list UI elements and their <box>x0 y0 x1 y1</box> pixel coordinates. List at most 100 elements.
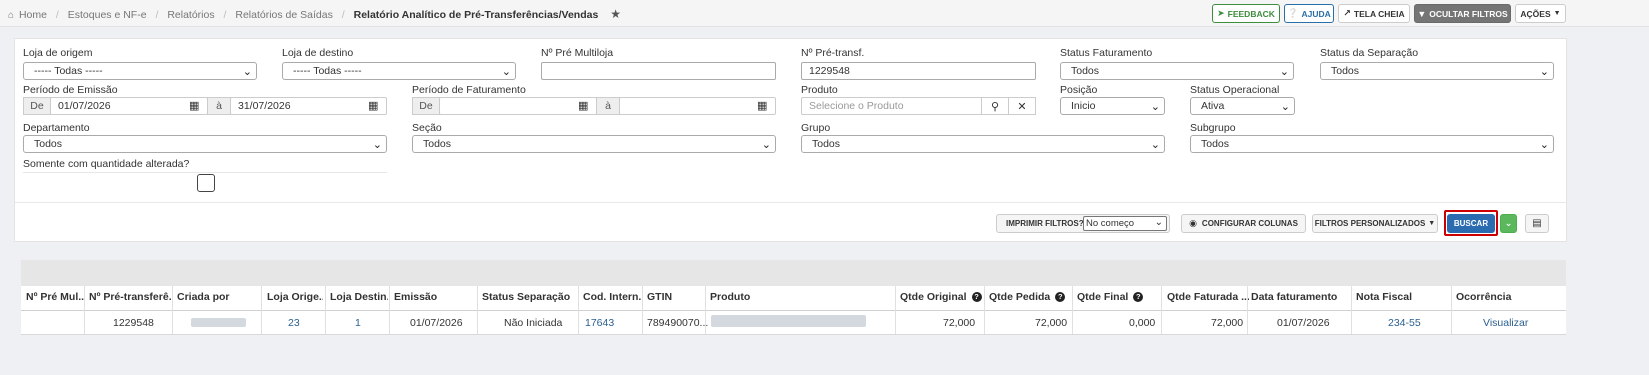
print-filters-label: IMPRIMIR FILTROS? <box>1006 219 1084 228</box>
label-posicao: Posição <box>1060 84 1098 96</box>
departamento-select[interactable]: Todos ⌄ <box>23 135 387 153</box>
status-faturamento-select[interactable]: Todos ⌄ <box>1060 62 1294 80</box>
produto-input[interactable]: Selecione o Produto <box>801 97 982 115</box>
grupo-select[interactable]: Todos ⌄ <box>801 135 1165 153</box>
table-toolbar-band <box>21 260 1566 286</box>
results-table: Nº Pré Mul... Nº Pré-transferê... Criada… <box>21 260 1566 335</box>
table-row[interactable]: 1229548 23 1 01/07/2026 Não Iniciada 176… <box>21 311 1566 334</box>
calendar-icon[interactable]: ▦ <box>578 99 588 112</box>
chevron-down-icon: ⌄ <box>1150 139 1160 151</box>
col-header-qtde-faturada[interactable]: Qtde Faturada ... <box>1167 291 1249 303</box>
faturamento-start-input[interactable] <box>439 97 597 115</box>
cell-cod-interno[interactable]: 17643 <box>585 317 614 329</box>
cell-loja-destino[interactable]: 1 <box>355 317 361 329</box>
secao-select[interactable]: Todos ⌄ <box>412 135 776 153</box>
cell-ocorrencia-link[interactable]: Visualizar <box>1483 317 1528 329</box>
label-status-separacao: Status da Separação <box>1320 47 1419 59</box>
col-header-emissao[interactable]: Emissão <box>394 291 474 303</box>
fullscreen-button[interactable]: ↗ TELA CHEIA <box>1338 4 1410 23</box>
emissao-a-addon: à <box>207 97 231 115</box>
col-header-cod-interno[interactable]: Cod. Intern... <box>583 291 641 303</box>
col-header-qtde-final[interactable]: Qtde Final? <box>1077 291 1162 303</box>
pre-transf-input[interactable]: 1229548 <box>801 62 1036 80</box>
status-separacao-value: Todos <box>1331 65 1360 77</box>
print-filters-select[interactable]: No começo ⌄ <box>1083 216 1167 231</box>
search-icon: ⚲ <box>990 100 1000 113</box>
eye-icon: ◉ <box>1189 218 1197 228</box>
help-label: AJUDA <box>1301 8 1331 19</box>
megaphone-icon: ➤ <box>1217 8 1225 18</box>
col-header-qtde-original[interactable]: Qtde Original? <box>900 291 990 303</box>
cell-qtde-pedida: 72,000 <box>1035 317 1068 329</box>
calendar-icon[interactable]: ▦ <box>368 99 378 112</box>
print-filters-group: IMPRIMIR FILTROS? No começo ⌄ <box>996 214 1170 233</box>
cell-loja-origem[interactable]: 23 <box>288 317 300 329</box>
col-header-produto[interactable]: Produto <box>710 291 890 303</box>
redacted-product <box>711 315 866 327</box>
emissao-end-input[interactable]: 31/07/2026 <box>230 97 387 115</box>
fullscreen-label: TELA CHEIA <box>1353 8 1405 19</box>
breadcrumb-home[interactable]: Home <box>19 9 47 21</box>
produto-clear-button[interactable]: ✕ <box>1008 97 1036 115</box>
loja-origem-select[interactable]: ----- Todas ----- ⌄ <box>23 62 257 80</box>
label-secao: Seção <box>412 122 442 134</box>
posicao-select[interactable]: Inicio ⌄ <box>1060 97 1165 115</box>
calendar-icon[interactable]: ▦ <box>757 99 767 112</box>
help-icon[interactable]: ? <box>1055 292 1066 303</box>
col-header-data-faturamento[interactable]: Data faturamento <box>1251 291 1349 303</box>
hide-filters-button[interactable]: ▼ OCULTAR FILTROS <box>1414 4 1511 23</box>
divider <box>15 202 1566 203</box>
label-somente-alterada: Somente com quantidade alterada? <box>23 158 190 170</box>
actions-dropdown-button[interactable]: AÇÕES ▼ <box>1515 4 1566 23</box>
help-button[interactable]: ❔ AJUDA <box>1284 4 1334 23</box>
search-options-button[interactable]: ⌄ <box>1500 214 1517 233</box>
col-header-loja-destino[interactable]: Loja Destin... <box>330 291 388 303</box>
faturamento-a-addon: à <box>596 97 620 115</box>
status-operacional-value: Ativa <box>1201 100 1225 112</box>
cell-qtde-faturada: 72,000 <box>1211 317 1244 329</box>
status-separacao-select[interactable]: Todos ⌄ <box>1320 62 1554 80</box>
chevron-down-icon: ⌄ <box>1280 101 1290 113</box>
custom-filters-button[interactable]: FILTROS PERSONALIZADOS ▼ <box>1312 214 1438 233</box>
faturamento-end-input[interactable] <box>619 97 776 115</box>
cell-status-separacao: Não Iniciada <box>504 317 563 329</box>
cell-nota-fiscal[interactable]: 234-55 <box>1388 317 1421 329</box>
col-header-pre-transf[interactable]: Nº Pré-transferê... <box>89 291 171 303</box>
qtde-final-label: Qtde Final <box>1077 291 1129 303</box>
hide-filters-label: OCULTAR FILTROS <box>1429 8 1508 19</box>
loja-origem-value: ----- Todas ----- <box>34 65 103 77</box>
favorite-star-icon[interactable]: ★ <box>610 7 621 21</box>
calendar-icon[interactable]: ▦ <box>189 99 199 112</box>
col-header-nota-fiscal[interactable]: Nota Fiscal <box>1356 291 1436 303</box>
status-operacional-select[interactable]: Ativa ⌄ <box>1190 97 1295 115</box>
label-pre-multiloja: Nº Pré Multiloja <box>541 47 614 59</box>
top-bar: ⌂ Home / Estoques e NF-e / Relatórios / … <box>0 0 1649 27</box>
help-icon[interactable]: ? <box>1133 292 1144 303</box>
configure-columns-button[interactable]: ◉ CONFIGURAR COLUNAS <box>1181 214 1306 233</box>
emissao-start-input[interactable]: 01/07/2026 <box>50 97 208 115</box>
col-header-pre-mul[interactable]: Nº Pré Mul... <box>26 291 84 303</box>
col-header-qtde-pedida[interactable]: Qtde Pedida? <box>989 291 1074 303</box>
breadcrumb-relatorios-saidas[interactable]: Relatórios de Saídas <box>235 9 332 21</box>
produto-search-button[interactable]: ⚲ <box>981 97 1009 115</box>
breadcrumb: ⌂ Home / Estoques e NF-e / Relatórios / … <box>8 7 621 21</box>
chevron-down-icon: ⌄ <box>1154 217 1163 228</box>
col-header-status-separacao[interactable]: Status Separação <box>482 291 580 303</box>
search-button[interactable]: BUSCAR <box>1447 214 1495 233</box>
help-icon[interactable]: ? <box>971 292 982 303</box>
loja-destino-select[interactable]: ----- Todas ----- ⌄ <box>282 62 516 80</box>
feedback-button[interactable]: ➤ FEEDBACK <box>1212 4 1280 23</box>
breadcrumb-estoques[interactable]: Estoques e NF-e <box>68 9 147 21</box>
divider <box>23 172 387 173</box>
pre-multiloja-input[interactable] <box>541 62 776 80</box>
somente-alterada-checkbox[interactable] <box>197 174 215 192</box>
col-header-ocorrencia[interactable]: Ocorrência <box>1456 291 1536 303</box>
filter-panel: Loja de origem Loja de destino Nº Pré Mu… <box>14 38 1567 242</box>
col-header-gtin[interactable]: GTIN <box>647 291 702 303</box>
breadcrumb-relatorios[interactable]: Relatórios <box>167 9 214 21</box>
chevron-down-icon: ⌄ <box>372 139 382 151</box>
export-button[interactable]: ▤ <box>1525 214 1549 233</box>
col-header-loja-origem[interactable]: Loja Orige... <box>267 291 323 303</box>
col-header-criada-por[interactable]: Criada por <box>177 291 257 303</box>
subgrupo-select[interactable]: Todos ⌄ <box>1190 135 1554 153</box>
